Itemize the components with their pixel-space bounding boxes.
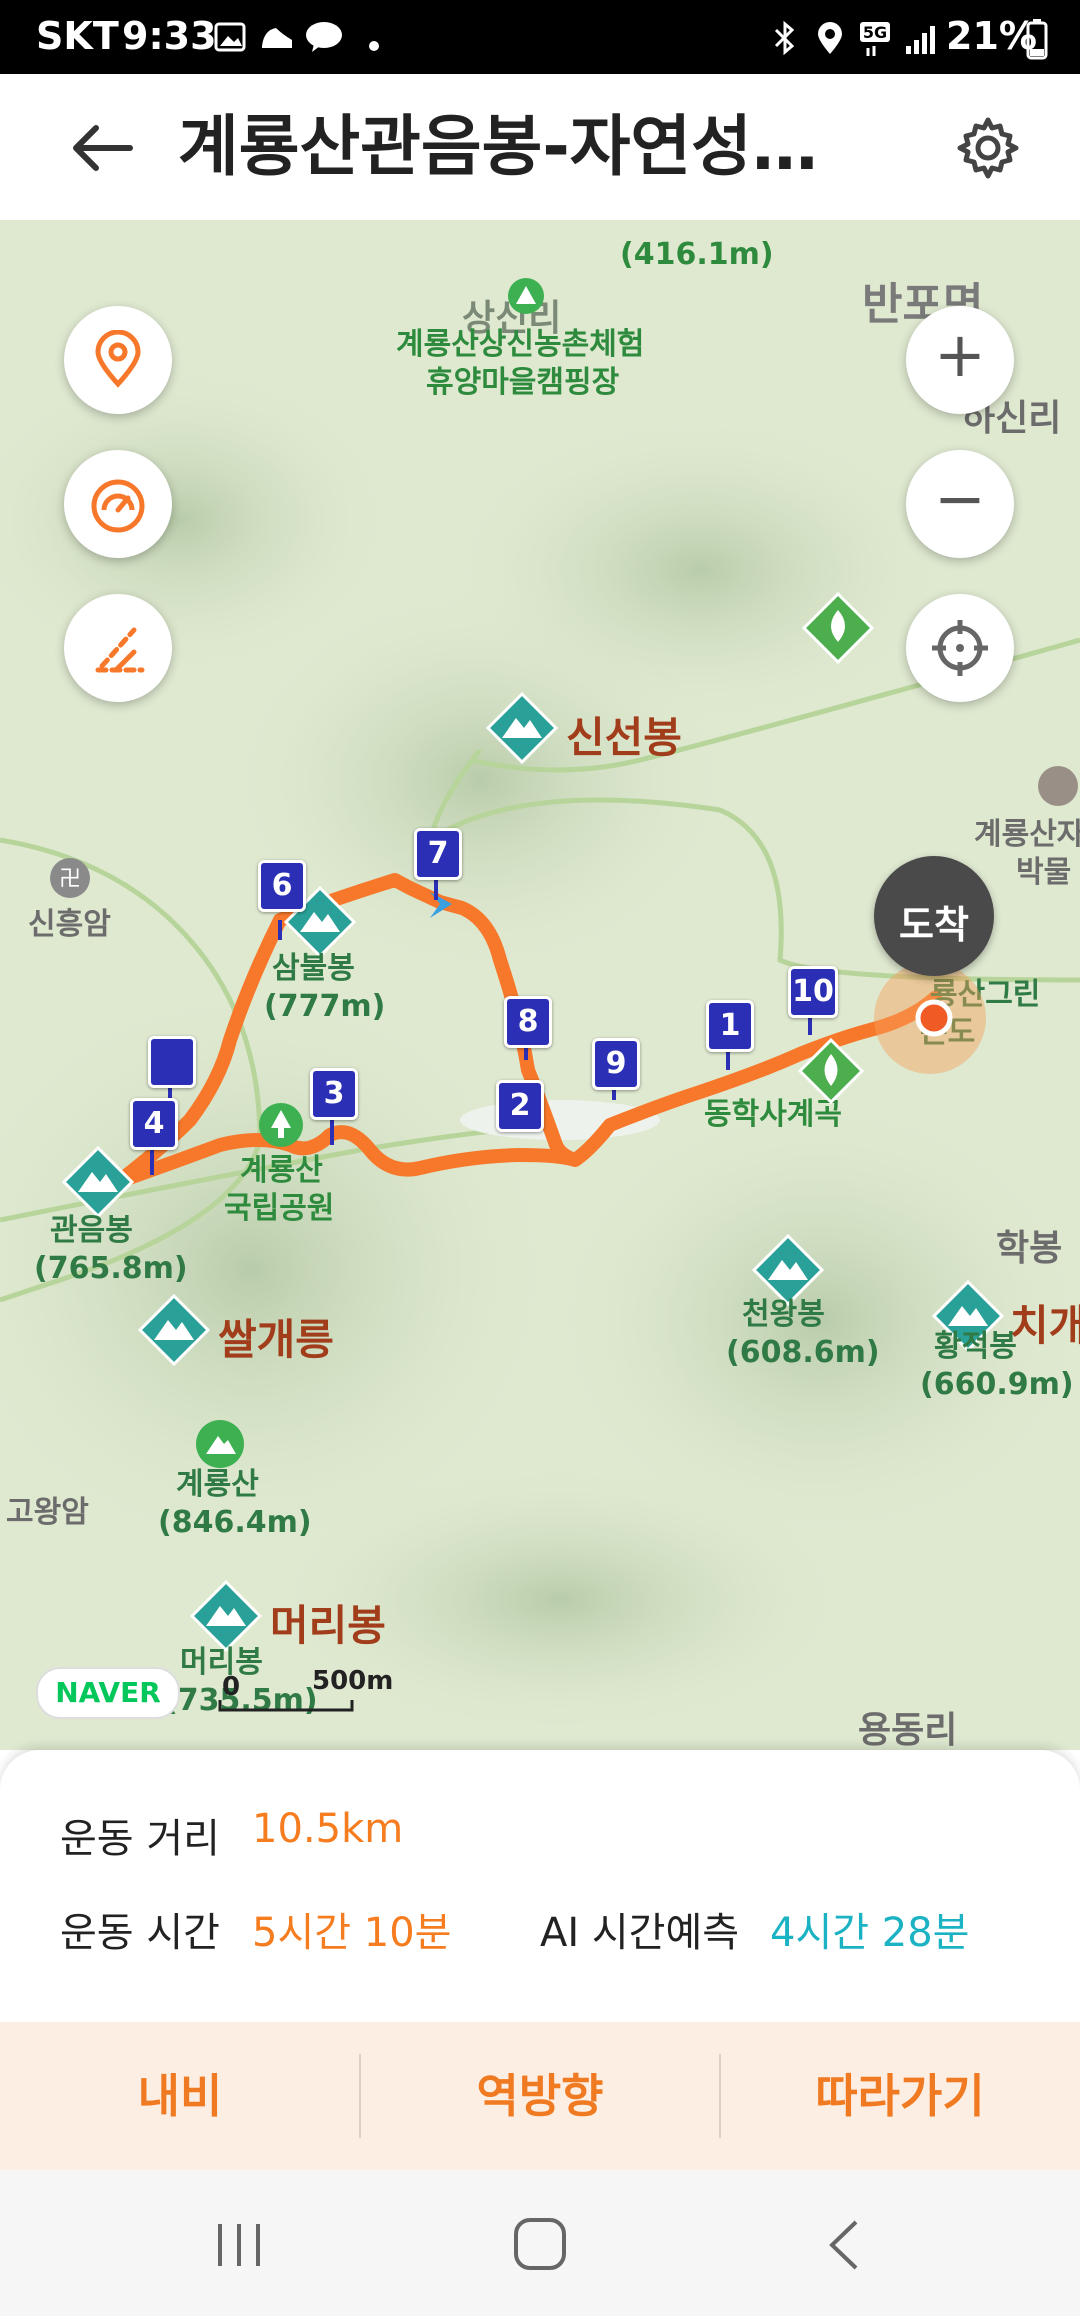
- waypoint-marker[interactable]: 8: [504, 996, 552, 1048]
- crosshair-icon: [932, 620, 988, 676]
- village-yongdongri: 용동리: [858, 1710, 958, 1750]
- arrival-badge: 도착: [874, 856, 994, 976]
- battery-percent: 21%: [946, 14, 1037, 58]
- waypoint-marker[interactable]: 7: [414, 828, 462, 880]
- peak-hwanggeumbong: 황적봉: [934, 1329, 1017, 1364]
- peak-sambulbong-height: (777m): [264, 989, 386, 1024]
- location-pin-icon: [95, 330, 141, 388]
- waypoint-marker[interactable]: 1: [706, 1000, 754, 1052]
- park-icon-national: [259, 1103, 303, 1147]
- distance-value: 10.5km: [252, 1806, 404, 1852]
- peak-hakbong: 학봉: [996, 1228, 1063, 1269]
- carrier: SKT: [36, 14, 119, 58]
- park-icon-donghak: [797, 1037, 865, 1105]
- peak-gyeryongsan-height: (846.4m): [158, 1505, 312, 1540]
- arrival-label: 도착: [899, 903, 969, 947]
- temple-icon: 卍: [50, 858, 90, 898]
- peak-cheonwangbong-height: (608.6m): [726, 1335, 880, 1370]
- shoe-icon: [262, 28, 292, 48]
- app-bar: 계룡산관음봉-자연성…: [0, 74, 1080, 221]
- peak-icon-gyeryongsan: [196, 1420, 244, 1468]
- waypoint-marker-blank[interactable]: [148, 1036, 196, 1088]
- peak-sambulbong: 삼불봉: [272, 951, 355, 986]
- gallery-icon: [214, 22, 246, 52]
- park-label-1: 계룡산: [240, 1153, 323, 1188]
- 5g-icon: 5G: [860, 22, 890, 56]
- time-label: 운동 시간: [60, 1910, 220, 1956]
- temple-sinheungam: 신흥암: [28, 907, 111, 942]
- peak-icon-sinseonbong: [485, 691, 559, 765]
- dot-icon: [369, 41, 379, 51]
- ai-time-label: AI 시간예측: [540, 1910, 740, 1956]
- peak-name-chigae: 치개: [1010, 1301, 1080, 1350]
- museum-label-1: 계룡산자: [974, 817, 1080, 852]
- signal-icon: [906, 26, 935, 54]
- peak-label-top-height: (416.1m): [620, 237, 774, 272]
- svg-text:卍: 卍: [59, 867, 81, 892]
- peak-name-sinseonbong: 신선봉: [566, 713, 682, 762]
- zoom-in-label: +: [934, 318, 986, 391]
- peak-gwaneumbong-height: (765.8m): [34, 1251, 188, 1286]
- campsite-icon: [508, 278, 544, 314]
- museum-icon: [1038, 766, 1078, 806]
- status-bar: SKT 9:33 5G 21%: [0, 0, 1080, 74]
- zoom-in-button[interactable]: +: [906, 306, 1014, 414]
- gear-icon[interactable]: [956, 116, 1020, 180]
- arrival-point-icon: [874, 962, 986, 1074]
- slope-icon: [95, 627, 145, 673]
- peak-hwanggeumbong-height: (660.9m): [920, 1367, 1074, 1402]
- scale-bar: [218, 1700, 354, 1712]
- navi-button[interactable]: 내비: [0, 2022, 360, 2170]
- distance-label: 운동 거리: [60, 1816, 220, 1862]
- peak-gwaneumbong: 관음봉: [50, 1213, 133, 1248]
- museum-label-2: 박물: [1016, 855, 1072, 890]
- action-bar: 내비 역방향 따라가기: [0, 2022, 1080, 2170]
- follow-button[interactable]: 따라가기: [720, 2022, 1080, 2170]
- waypoint-marker[interactable]: 10: [788, 966, 838, 1018]
- campsite-label-1: 계룡산상신농촌체험: [396, 327, 645, 362]
- recent-apps-icon[interactable]: [212, 2218, 266, 2272]
- nav-back-icon[interactable]: [824, 2218, 864, 2272]
- peak-name-ssalgaereung: 쌀개릉: [218, 1315, 334, 1364]
- peak-icon-meoribong: [189, 1579, 263, 1653]
- speed-button[interactable]: [64, 450, 172, 558]
- waypoint-marker[interactable]: 9: [592, 1038, 640, 1090]
- reverse-button[interactable]: 역방향: [360, 2022, 720, 2170]
- speedometer-icon: [91, 479, 145, 533]
- talk-icon: [306, 22, 342, 52]
- peak-cheonwangbong: 천왕봉: [742, 1297, 825, 1332]
- system-nav-bar: [0, 2170, 1080, 2316]
- waypoint-marker[interactable]: 3: [310, 1068, 358, 1120]
- campsite-label-2: 휴양마을캠핑장: [426, 365, 620, 400]
- park-icon-east: [801, 591, 875, 665]
- place-gowangam: 고왕암: [6, 1495, 89, 1530]
- peak-icon-ssalgaereung: [137, 1293, 211, 1367]
- bluetooth-icon: [774, 20, 795, 56]
- park-label-2: 국립공원: [224, 1191, 335, 1226]
- battery-icon: [1026, 19, 1048, 60]
- stats-panel: 운동 거리 10.5km 운동 시간 5시간 10분 AI 시간예측 4시간 2…: [0, 1750, 1080, 2022]
- zoom-out-button[interactable]: −: [906, 450, 1014, 558]
- home-icon[interactable]: [512, 2216, 568, 2272]
- peak-icon-gwaneumbong: [61, 1145, 135, 1219]
- waypoint-marker[interactable]: 2: [496, 1080, 544, 1132]
- naver-logo: NAVER: [36, 1667, 180, 1719]
- map-view[interactable]: (416.1m) 상신리 계룡산상신농촌체험 휴양마을캠핑장 반포면 하신리 신…: [0, 220, 1080, 1750]
- waypoint-marker[interactable]: 6: [258, 860, 306, 912]
- recenter-button[interactable]: [906, 594, 1014, 702]
- peak-name-meoribong: 머리봉: [270, 1601, 386, 1650]
- back-arrow-icon[interactable]: [66, 120, 138, 176]
- peak-gyeryongsan: 계룡산: [176, 1467, 259, 1502]
- zoom-out-label: −: [934, 462, 986, 535]
- location-pin-button[interactable]: [64, 306, 172, 414]
- page-title: 계룡산관음봉-자연성…: [178, 108, 818, 185]
- scale-distance: 500m: [312, 1666, 394, 1696]
- svg-text:5G: 5G: [863, 23, 887, 42]
- clock: 9:33: [122, 14, 217, 58]
- waypoint-marker[interactable]: 4: [130, 1098, 178, 1150]
- ai-time-value: 4시간 28분: [770, 1910, 970, 1956]
- location-icon: [818, 22, 842, 54]
- slope-button[interactable]: [64, 594, 172, 702]
- time-value: 5시간 10분: [252, 1910, 452, 1956]
